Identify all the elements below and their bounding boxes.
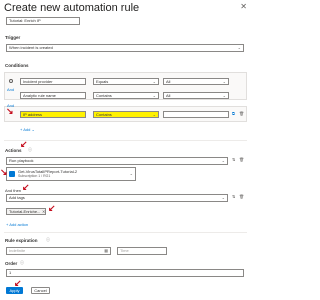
chevron-down-icon: ⌄ <box>222 79 226 84</box>
action2-select[interactable]: Add tags ⌄ <box>6 194 228 202</box>
condition-operator-1[interactable]: Equals ⌄ <box>93 78 159 85</box>
rule-name-input[interactable]: Tutorial: Enrich IP <box>6 17 80 25</box>
condition-field-3[interactable]: IP address <box>20 111 86 118</box>
info-icon: ⓘ <box>46 237 50 242</box>
arrow-pointer-icon: ↙ <box>20 139 28 149</box>
condition-field-1[interactable]: Incident provider <box>20 78 86 85</box>
condition-value-3[interactable] <box>163 111 229 118</box>
expiration-time-input[interactable]: Time <box>117 247 167 255</box>
delete-icon[interactable]: 🗑 <box>239 157 244 163</box>
divider <box>4 140 247 141</box>
calendar-icon: ▦ <box>104 248 108 253</box>
arrow-pointer-icon: ↙ <box>48 203 56 213</box>
info-icon: ⓘ <box>20 260 24 265</box>
ip-entity-icon: ⧉ <box>232 111 235 116</box>
cancel-button[interactable]: Cancel <box>31 287 50 294</box>
and-badge: And <box>7 87 15 92</box>
expiration-date-input[interactable]: Indefinite ▦ <box>6 247 111 255</box>
order-input[interactable]: 1 <box>6 269 244 277</box>
divider <box>4 232 247 233</box>
arrow-pointer-icon: ↙ <box>22 182 30 192</box>
chevron-down-icon: ⌄ <box>222 93 226 98</box>
rule-expiration-label: Rule expiration <box>5 238 38 243</box>
add-action-button[interactable]: + Add action <box>6 222 28 227</box>
move-icon[interactable]: ⇅ <box>232 194 235 200</box>
condition-operator-2[interactable]: Contains ⌄ <box>93 92 159 99</box>
condition-radio[interactable] <box>9 79 13 83</box>
chevron-down-icon: ⌄ <box>237 45 241 50</box>
apply-button[interactable]: Apply <box>6 287 23 294</box>
chevron-down-icon: ⌄ <box>129 171 133 176</box>
chevron-down-icon: ⌄ <box>221 195 225 200</box>
condition-value-1[interactable]: All ⌄ <box>163 78 229 85</box>
page-title: Create new automation rule <box>4 2 140 14</box>
trigger-value: When incident is created <box>9 45 53 50</box>
conditions-label: Conditions <box>5 63 29 68</box>
condition-field-2[interactable]: Analytic rule name <box>20 92 86 99</box>
playbook-subscription: Subscription 1 / RG1 <box>18 174 51 178</box>
remove-tag-icon[interactable]: ✕ <box>42 208 45 215</box>
tag-chip[interactable]: Tutorial-Enriche... <box>6 208 46 215</box>
arrow-pointer-icon: ↘ <box>6 106 14 116</box>
playbook-select[interactable]: Get-VirusTotalIPReport-Tutorial-2 Subscr… <box>6 167 136 181</box>
delete-icon[interactable]: 🗑 <box>239 111 244 117</box>
info-icon: ⓘ <box>28 147 32 152</box>
move-icon[interactable]: ⇅ <box>232 157 235 163</box>
delete-icon[interactable]: 🗑 <box>239 194 244 200</box>
condition-operator-3[interactable]: Contains ⌄ <box>93 111 159 118</box>
order-label: Order <box>5 261 18 266</box>
playbook-icon <box>9 171 15 177</box>
and-then-label: And then <box>5 188 22 193</box>
close-icon[interactable]: ✕ <box>240 2 247 11</box>
chevron-down-icon: ⌄ <box>152 93 156 98</box>
add-condition-button[interactable]: + Add ⌄ <box>20 127 35 132</box>
condition-value-2[interactable]: All ⌄ <box>163 92 229 99</box>
chevron-down-icon: ⌄ <box>152 112 156 117</box>
trigger-label: Trigger <box>5 35 21 40</box>
action1-select[interactable]: Run playbook ⌄ <box>6 157 228 165</box>
chevron-down-icon: ⌄ <box>152 79 156 84</box>
chevron-down-icon: ⌄ <box>221 158 225 163</box>
arrow-pointer-icon: ↘ <box>0 167 8 177</box>
trigger-select[interactable]: When incident is created ⌄ <box>6 44 244 52</box>
